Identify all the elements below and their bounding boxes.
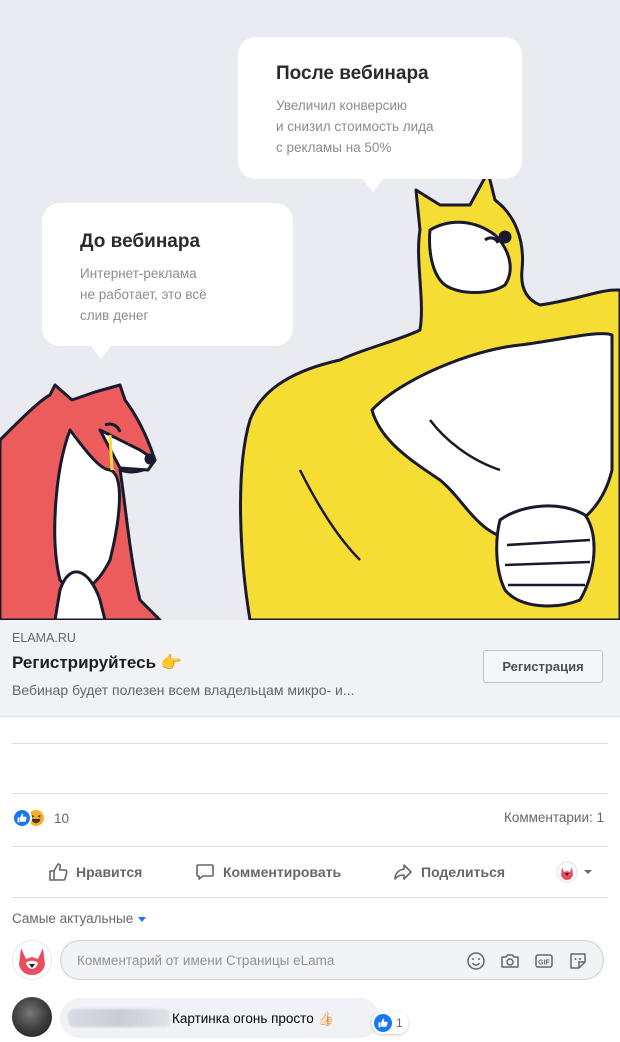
comment-input[interactable]: Комментарий от имени Страницы eLama GIF — [60, 940, 604, 980]
svg-text:GIF: GIF — [538, 960, 550, 967]
comment-sort-dropdown[interactable]: Самые актуальные — [12, 911, 147, 926]
commenter-name-redacted[interactable] — [68, 1009, 170, 1027]
reactions-summary[interactable]: 10 — [12, 806, 69, 830]
chevron-down-icon — [584, 870, 592, 874]
like-button[interactable]: Нравится — [48, 855, 142, 889]
before-webinar-text: Интернет-реклама не работает, это всё сл… — [80, 266, 207, 323]
reaction-count: 10 — [54, 810, 70, 826]
link-preview[interactable]: ELAMA.RU Регистрируйтесь 👉 Вебинар будет… — [0, 620, 620, 717]
share-label: Поделиться — [421, 864, 506, 880]
comment-icon — [196, 864, 214, 880]
comment-input-placeholder: Комментарий от имени Страницы eLama — [77, 953, 335, 968]
chevron-down-icon — [138, 917, 147, 922]
after-webinar-text: Увеличил конверсию и снизил стоимость ли… — [276, 98, 434, 155]
share-icon — [394, 864, 412, 880]
after-webinar-bubble: После вебинара Увеличил конверсию и сниз… — [238, 37, 522, 192]
divider — [12, 793, 608, 794]
ad-image[interactable]: После вебинара Увеличил конверсию и сниз… — [0, 0, 620, 620]
after-webinar-title: После вебинара — [276, 63, 429, 84]
divider — [12, 743, 608, 744]
divider — [12, 897, 608, 898]
action-bar: Нравится Комментировать Поделиться — [0, 855, 620, 889]
commenter-avatar[interactable] — [12, 997, 52, 1037]
share-button[interactable]: Поделиться — [393, 855, 505, 889]
strong-dog-figure — [239, 170, 620, 620]
weak-dog-figure — [0, 383, 162, 620]
page-avatar — [12, 940, 52, 980]
link-headline[interactable]: Регистрируйтесь 👉 — [12, 653, 182, 673]
comment-reaction-count: 1 — [396, 1016, 403, 1030]
sticker-icon[interactable] — [567, 950, 589, 972]
thumbs-up-icon — [49, 863, 68, 881]
comment-text: Картинка огонь просто 👍🏻 — [172, 1011, 335, 1026]
link-domain: ELAMA.RU — [12, 631, 76, 645]
register-button[interactable]: Регистрация — [483, 650, 603, 683]
comment-label: Комментировать — [223, 864, 342, 880]
comment-reactions[interactable]: 1 — [372, 1012, 408, 1034]
emoji-icon[interactable] — [465, 950, 487, 972]
before-webinar-bubble: До вебинара Интернет-реклама не работает… — [42, 203, 293, 359]
gif-icon[interactable]: GIF — [533, 950, 555, 972]
sort-label: Самые актуальные — [12, 911, 134, 926]
comments-count[interactable]: Комментарии: 1 — [504, 810, 604, 825]
camera-icon[interactable] — [499, 950, 521, 972]
before-webinar-title: До вебинара — [80, 231, 201, 252]
comment-item: Картинка огонь просто 👍🏻 — [60, 998, 380, 1038]
page-avatar-icon — [556, 861, 578, 883]
like-icon — [12, 808, 32, 828]
page-selector[interactable] — [556, 861, 594, 883]
divider — [12, 846, 608, 847]
like-label: Нравится — [76, 864, 143, 880]
comment-button[interactable]: Комментировать — [195, 855, 341, 889]
link-description: Вебинар будет полезен всем владельцам ми… — [12, 682, 355, 698]
like-icon — [374, 1014, 392, 1032]
